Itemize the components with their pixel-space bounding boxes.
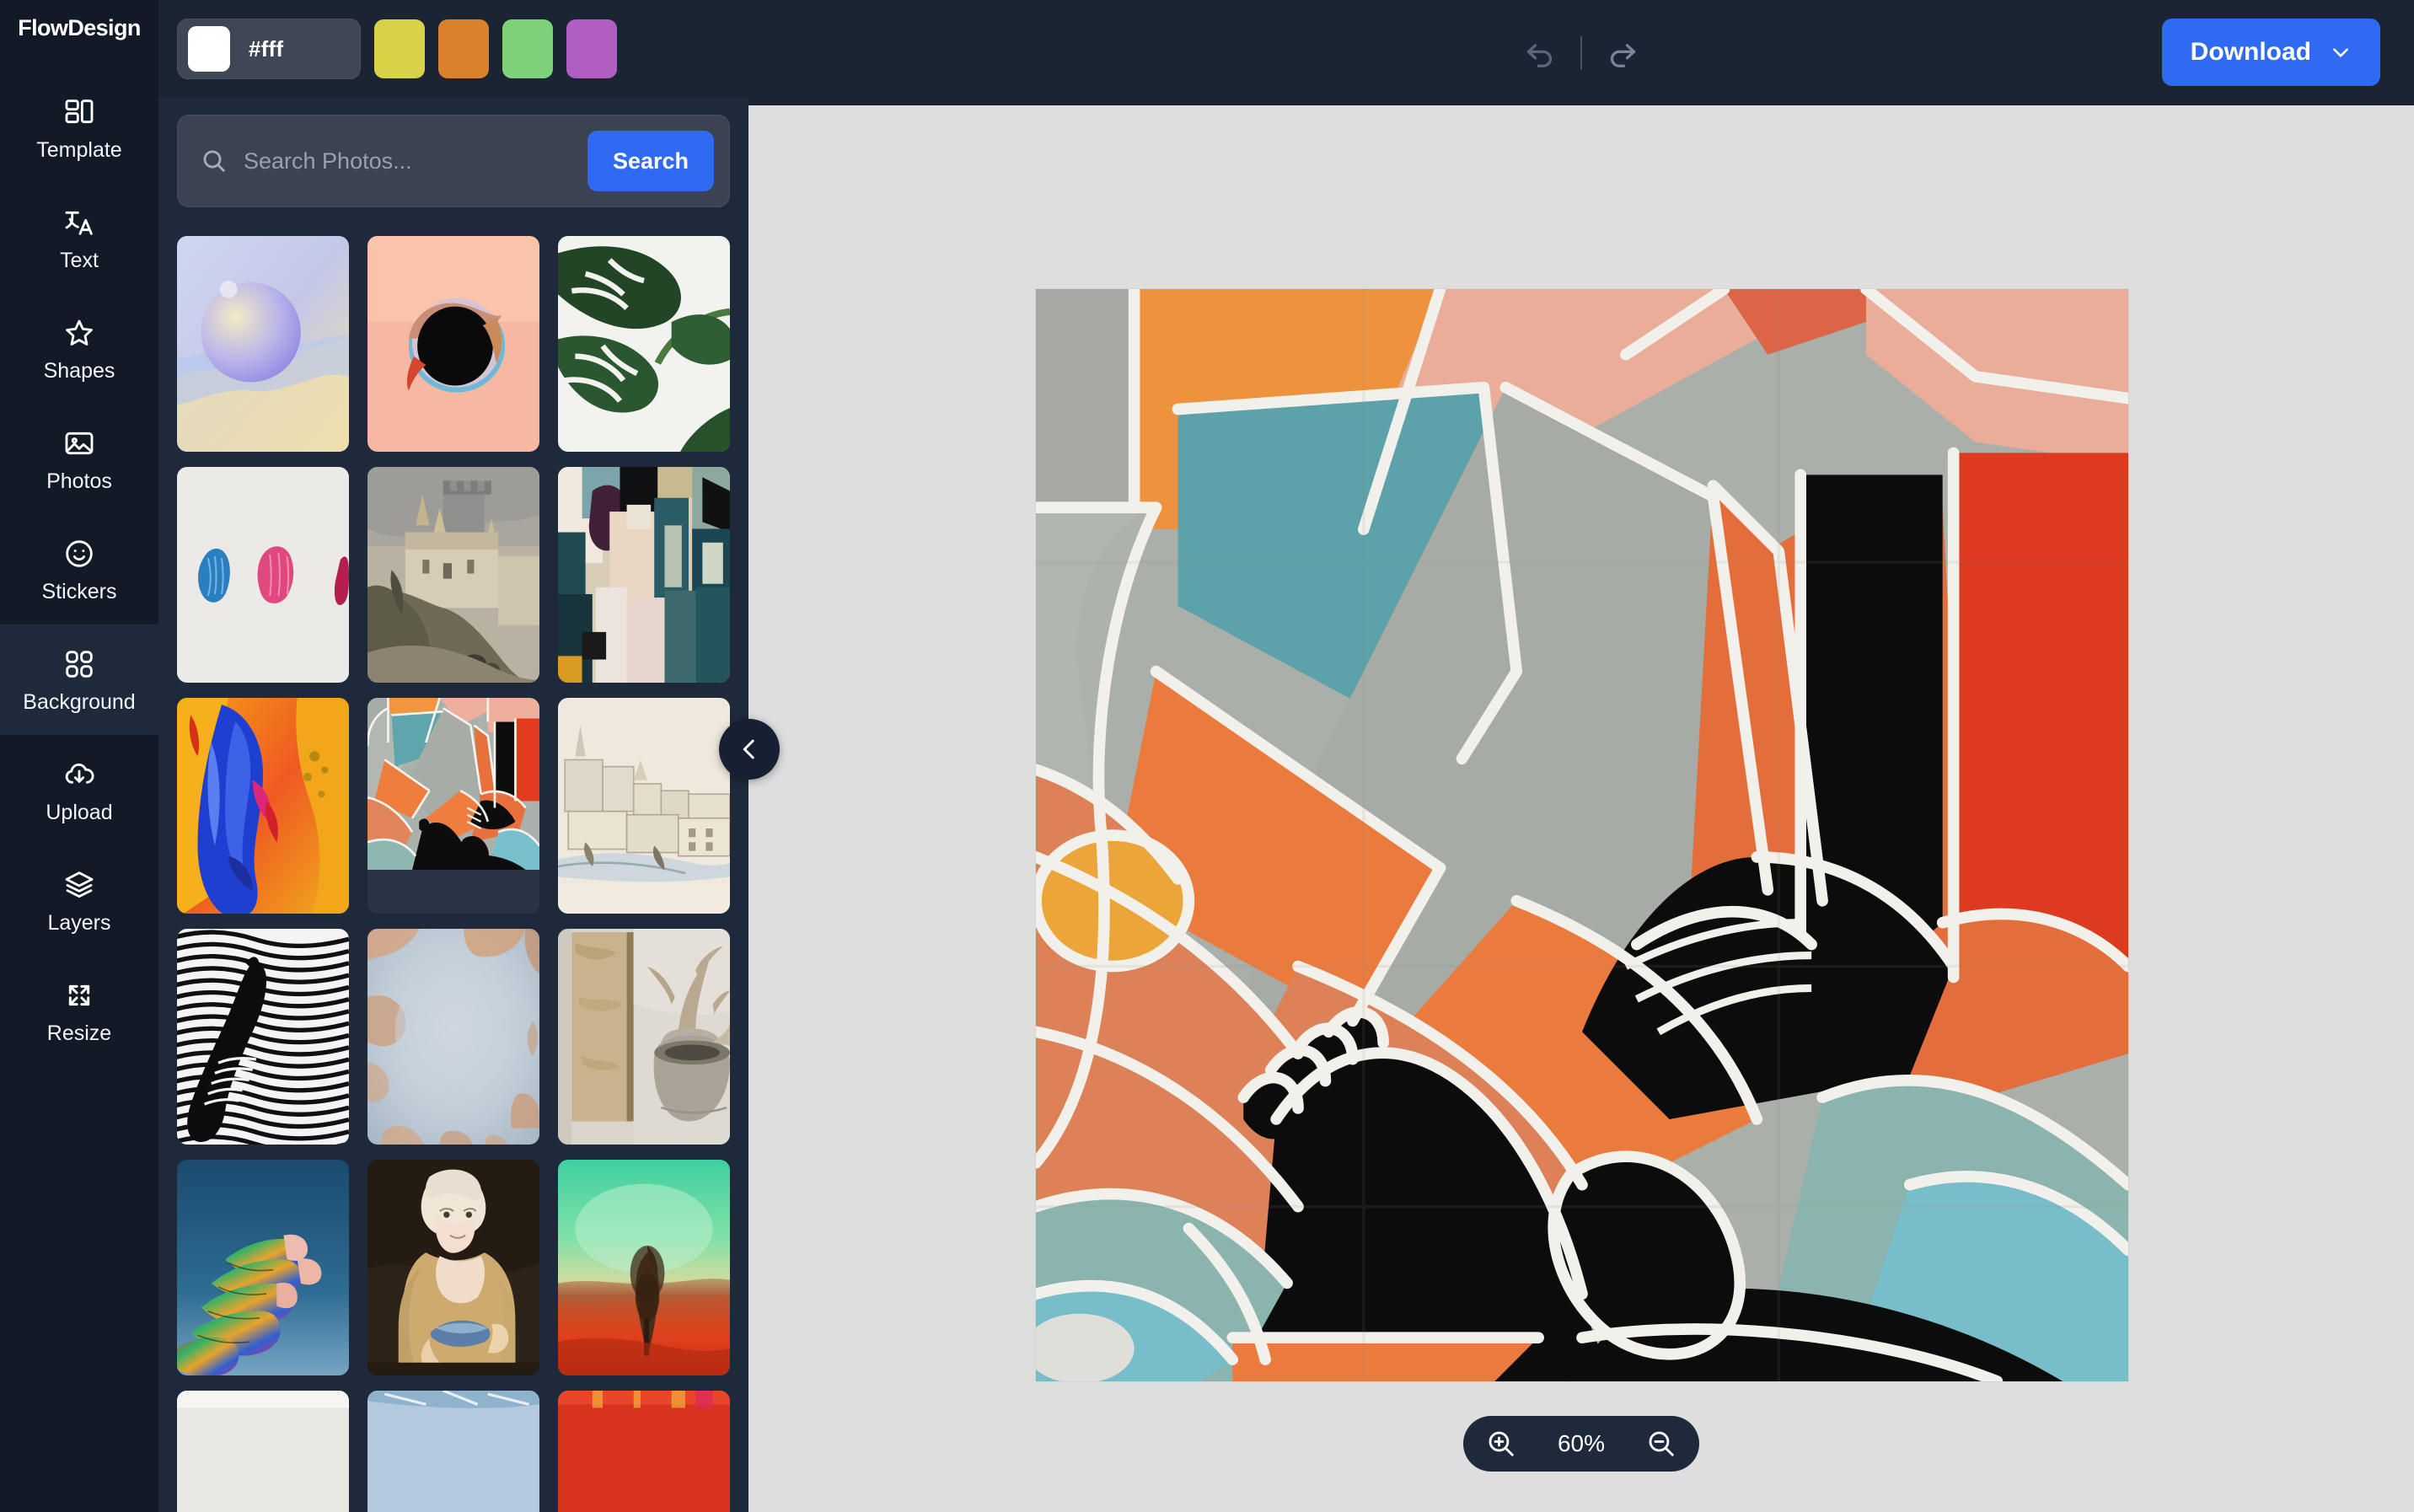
toolbar-divider xyxy=(1580,35,1582,70)
color-swatch-yellow[interactable] xyxy=(374,19,425,79)
expand-icon xyxy=(62,979,96,1012)
photo-thumb-black-hole-on-peach[interactable] xyxy=(367,236,539,453)
photo-thumb-pastel-gradient-sphere[interactable] xyxy=(177,236,349,453)
zoom-out-button[interactable] xyxy=(1645,1428,1677,1460)
top-toolbar: Download xyxy=(748,0,2414,105)
color-swatch-orange[interactable] xyxy=(438,19,489,79)
chevron-down-icon xyxy=(2330,41,2352,63)
editor-stage: Download 60% xyxy=(748,0,2414,1512)
grid-dots-icon xyxy=(62,647,96,681)
template-icon xyxy=(62,95,96,129)
sidebar-item-label: Shapes xyxy=(43,358,115,383)
photo-thumb-abstract-brush-strokes[interactable] xyxy=(558,467,730,684)
sidebar-item-shapes[interactable]: Shapes xyxy=(0,293,158,404)
photo-thumb-red-ember-texture[interactable] xyxy=(558,1391,730,1512)
sidebar-item-label: Stickers xyxy=(41,579,117,603)
photo-thumb-blue-water-texture[interactable] xyxy=(367,1391,539,1512)
search-input[interactable] xyxy=(244,147,572,174)
design-canvas[interactable] xyxy=(1036,289,2128,1381)
search-icon xyxy=(200,147,228,175)
sidebar-item-label: Photos xyxy=(46,469,112,493)
color-swatch-green[interactable] xyxy=(502,19,553,79)
left-sidebar: FlowDesign Template Text Shapes Photos S… xyxy=(0,0,158,1512)
zoom-level: 60% xyxy=(1557,1430,1606,1456)
photo-thumb-rainbow-painted-hand[interactable] xyxy=(177,1160,349,1376)
photo-thumb-fresco-sky-ceiling[interactable] xyxy=(367,929,539,1145)
sidebar-item-label: Layers xyxy=(47,910,111,935)
photo-thumb-green-red-lone-tree[interactable] xyxy=(558,1160,730,1376)
photo-thumb-stone-vase-with-branches[interactable] xyxy=(558,929,730,1145)
sidebar-item-resize[interactable]: Resize xyxy=(0,956,158,1066)
undo-button[interactable] xyxy=(1521,35,1558,72)
photo-thumb-watercolor-castle[interactable] xyxy=(367,467,539,684)
sidebar-items: Template Text Shapes Photos Stickers Bac… xyxy=(0,72,158,1066)
color-picker-field[interactable]: #fff xyxy=(177,19,361,80)
sidebar-item-label: Background xyxy=(23,689,136,714)
search-button[interactable]: Search xyxy=(587,131,714,192)
download-label: Download xyxy=(2190,38,2311,66)
sidebar-item-template[interactable]: Template xyxy=(0,72,158,183)
hex-value: #fff xyxy=(249,35,284,62)
sidebar-item-label: Upload xyxy=(46,800,113,824)
sidebar-item-photos[interactable]: Photos xyxy=(0,404,158,514)
zoom-in-icon xyxy=(1485,1428,1517,1460)
photo-thumb-sepia-town-sketch[interactable] xyxy=(558,698,730,914)
sidebar-item-label: Text xyxy=(60,248,99,272)
photo-thumb-optical-stripes-figure[interactable] xyxy=(177,929,349,1145)
sidebar-item-label: Resize xyxy=(46,1021,112,1045)
cloud-up-icon xyxy=(62,758,96,791)
app-root: FlowDesign Template Text Shapes Photos S… xyxy=(0,0,2414,1512)
text-icon xyxy=(62,206,96,239)
zoom-control: 60% xyxy=(1463,1416,1699,1472)
app-logo[interactable]: FlowDesign xyxy=(0,0,158,47)
sidebar-item-upload[interactable]: Upload xyxy=(0,735,158,845)
photo-thumb-geometric-mural-hands[interactable] xyxy=(367,698,539,914)
layers-icon xyxy=(62,868,96,902)
color-swatch-purple[interactable] xyxy=(566,19,617,79)
download-button[interactable]: Download xyxy=(2161,19,2380,86)
photo-thumb-fluid-art-blue-orange[interactable] xyxy=(177,698,349,914)
photo-thumb-pale-texture[interactable] xyxy=(177,1391,349,1512)
zoom-out-icon xyxy=(1645,1428,1677,1460)
sidebar-item-layers[interactable]: Layers xyxy=(0,845,158,956)
search-section: Search xyxy=(158,98,748,208)
sidebar-item-background[interactable]: Background xyxy=(0,625,158,735)
canvas-artwork xyxy=(1036,289,2128,1381)
sidebar-item-text[interactable]: Text xyxy=(0,183,158,293)
sidebar-item-stickers[interactable]: Stickers xyxy=(0,514,158,625)
current-color-chip[interactable] xyxy=(188,26,230,72)
photo-thumb-monstera-leaves[interactable] xyxy=(558,236,730,453)
smiley-icon xyxy=(62,537,96,571)
canvas-workspace[interactable]: 60% xyxy=(748,105,2414,1512)
photo-thumb-blue-and-pink-paint-blobs[interactable] xyxy=(177,467,349,684)
star-icon xyxy=(62,316,96,350)
background-panel: #fff Search xyxy=(158,0,748,1512)
search-bar: Search xyxy=(177,115,730,208)
photo-grid xyxy=(158,236,748,1512)
image-icon xyxy=(62,426,96,460)
panel-collapse-button[interactable] xyxy=(719,719,780,780)
color-swatch-bar: #fff xyxy=(158,0,748,99)
photo-thumb-classical-woman-portrait[interactable] xyxy=(367,1160,539,1376)
sidebar-item-label: Template xyxy=(36,137,122,162)
zoom-in-button[interactable] xyxy=(1485,1428,1517,1460)
chevron-left-icon xyxy=(735,735,764,764)
redo-button[interactable] xyxy=(1604,35,1641,72)
